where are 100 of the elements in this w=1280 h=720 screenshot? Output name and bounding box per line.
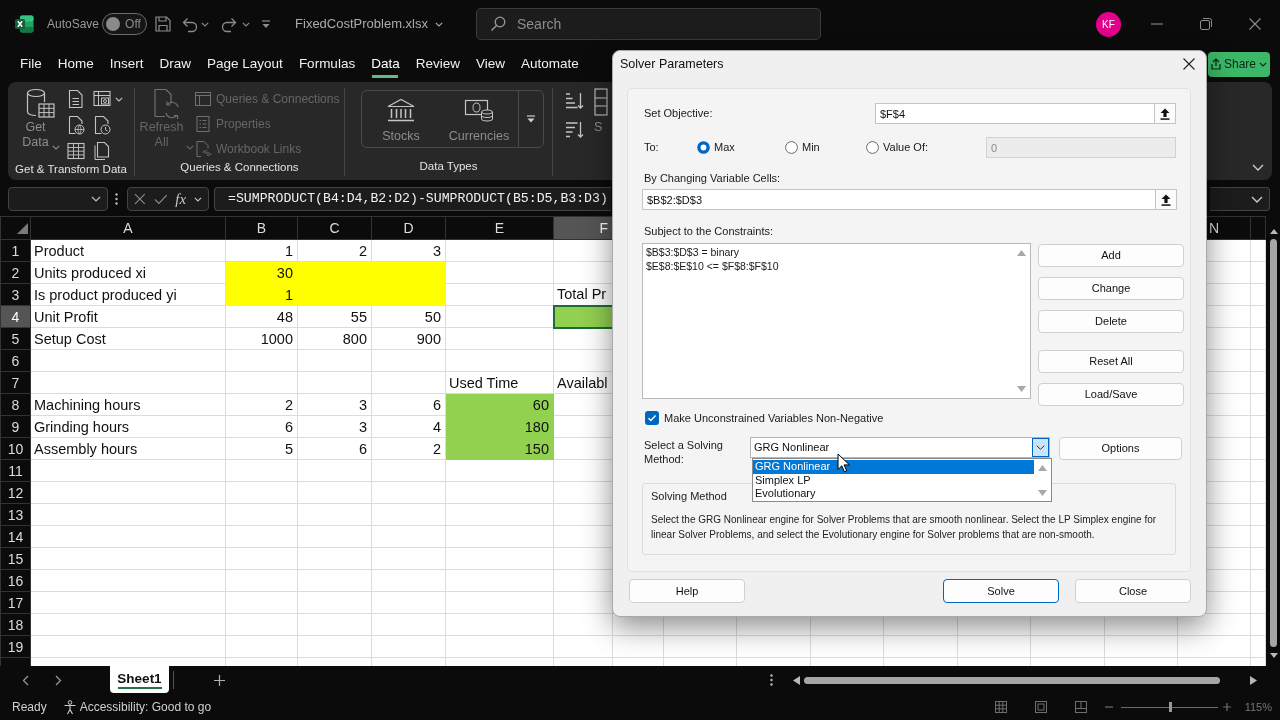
dropdown-option[interactable]: GRG Nonlinear <box>753 460 1034 474</box>
data-type-button[interactable]: Stocks <box>362 91 440 147</box>
avatar[interactable]: KF <box>1096 11 1121 37</box>
row-header[interactable]: 13 <box>0 503 31 526</box>
table-cell[interactable]: 3 <box>297 415 372 438</box>
column-header[interactable]: E <box>445 216 554 240</box>
accessibility-status[interactable]: Accessibility: Good to go <box>79 698 212 716</box>
vertical-dots-icon[interactable] <box>115 193 118 205</box>
scroll-thumb[interactable] <box>1270 239 1277 647</box>
line-caret-icon[interactable] <box>261 19 272 29</box>
column-header[interactable]: C <box>297 216 372 240</box>
dialog-button[interactable]: Add <box>1038 244 1184 267</box>
globe-document-icon[interactable] <box>67 115 85 135</box>
checkbox[interactable] <box>645 411 659 425</box>
scroll-right-icon[interactable] <box>1250 675 1257 685</box>
chevron-down-icon[interactable] <box>194 196 202 202</box>
radio-button[interactable] <box>697 141 710 154</box>
zoom-level[interactable]: 115% <box>1244 698 1272 716</box>
table-cell[interactable]: 2 <box>371 437 446 460</box>
row-header[interactable]: 5 <box>0 327 31 350</box>
clock-document-icon[interactable] <box>93 115 111 135</box>
dialog-button[interactable]: Delete <box>1038 310 1184 333</box>
dropdown-option[interactable]: Evolutionary <box>753 487 1034 501</box>
restore-icon[interactable] <box>1200 18 1212 30</box>
page-view-icon[interactable] <box>1034 701 1047 713</box>
table-cell[interactable]: 2 <box>297 239 372 262</box>
sheet-tab[interactable]: Sheet1 <box>110 666 169 693</box>
row-header[interactable]: 7 <box>0 371 31 394</box>
menu-tab[interactable]: File <box>12 49 50 79</box>
formula-field[interactable]: =SUMPRODUCT(B4:D4,B2:D2)-SUMPRODUCT(B5:D5,B3:D3) <box>214 187 611 211</box>
row-header[interactable]: 16 <box>0 569 31 592</box>
slider-thumb[interactable] <box>1169 702 1173 712</box>
table-cell[interactable]: 6 <box>371 393 446 416</box>
dialog-button[interactable]: Load/Save <box>1038 383 1184 406</box>
table-cell[interactable]: Used Time <box>445 371 554 394</box>
row-header[interactable]: 11 <box>0 459 31 482</box>
dropdown-button[interactable] <box>1032 438 1049 457</box>
scroll-down-icon[interactable] <box>1269 653 1278 658</box>
table-image-icon[interactable] <box>93 89 111 109</box>
get-data-button[interactable]: Get Data <box>21 88 61 161</box>
documents-icon[interactable] <box>93 141 111 161</box>
variable-cells-field[interactable]: $B$2:$D$3 <box>642 189 1155 210</box>
menu-tab[interactable]: Home <box>49 49 102 79</box>
row-header[interactable]: 10 <box>0 437 31 460</box>
spreadsheet-logo-icon[interactable] <box>15 15 34 33</box>
share-button[interactable]: Share <box>1207 51 1270 77</box>
table-cell[interactable] <box>553 305 613 328</box>
previous-sheet-icon[interactable] <box>22 674 29 686</box>
corner-triangle-icon[interactable] <box>17 222 28 234</box>
sort-ascending-icon[interactable] <box>564 91 584 111</box>
scroll-left-icon[interactable] <box>793 675 800 685</box>
table-cell[interactable]: Units produced xi <box>30 261 226 284</box>
row-header[interactable]: 14 <box>0 525 31 548</box>
column-header[interactable]: D <box>371 216 446 240</box>
list-item[interactable]: $E$8:$E$10 <= $F$8:$F$10 <box>646 259 779 273</box>
menu-tab[interactable]: Page Layout <box>199 49 291 79</box>
plus-icon[interactable] <box>214 674 225 686</box>
menu-tab[interactable]: Automate <box>512 49 587 79</box>
column-header[interactable]: F <box>553 216 613 240</box>
dropdown-option[interactable]: Simplex LP <box>753 473 1034 487</box>
table-cell[interactable]: Setup Cost <box>30 327 226 350</box>
dialog-button[interactable]: Change <box>1038 277 1184 300</box>
range-select-button[interactable] <box>1155 189 1177 210</box>
radio-button[interactable] <box>866 141 879 154</box>
options-button[interactable]: Options <box>1059 437 1182 460</box>
next-sheet-icon[interactable] <box>55 674 62 686</box>
close-icon[interactable] <box>1249 18 1261 30</box>
row-header[interactable]: 19 <box>0 635 31 658</box>
cancel-icon[interactable] <box>134 193 146 205</box>
menu-tab[interactable]: Review <box>407 49 468 79</box>
menu-tab[interactable]: View <box>467 49 513 79</box>
save-icon[interactable] <box>154 15 173 33</box>
grid-view-icon[interactable] <box>994 701 1007 713</box>
table-cell[interactable]: Is product produced yi <box>30 283 226 306</box>
row-header[interactable]: 4 <box>0 305 31 328</box>
menu-tab[interactable]: Insert <box>101 49 152 79</box>
table-cell[interactable]: 2 <box>225 393 298 416</box>
close-icon[interactable] <box>1183 58 1195 70</box>
row-header[interactable]: 9 <box>0 415 31 438</box>
objective-field[interactable]: $F$4 <box>875 103 1154 124</box>
table-cell[interactable]: 55 <box>297 305 372 328</box>
table-cell[interactable]: Assembly hours <box>30 437 226 460</box>
column-header[interactable]: B <box>225 216 298 240</box>
accessibility-person-icon[interactable] <box>62 699 77 715</box>
range-select-button[interactable] <box>1154 103 1176 124</box>
table-cell[interactable]: 6 <box>297 437 372 460</box>
solving-method-dropdown[interactable]: GRG Nonlinear <box>750 437 1050 458</box>
radio-button[interactable] <box>785 141 798 154</box>
data-type-button[interactable]: Currencies <box>440 91 518 147</box>
scroll-thumb[interactable] <box>804 676 1220 684</box>
menu-tab[interactable]: Formulas <box>290 49 364 79</box>
table-cell[interactable]: 5 <box>225 437 298 460</box>
table-cell[interactable]: Unit Profit <box>30 305 226 328</box>
table-cell[interactable]: 3 <box>297 393 372 416</box>
table-cell[interactable]: 1000 <box>225 327 298 350</box>
table-cell[interactable]: 50 <box>371 305 446 328</box>
vertical-dots-icon[interactable] <box>770 674 773 686</box>
list-item[interactable]: $B$3:$D$3 = binary <box>646 246 740 260</box>
sort-descending-icon[interactable] <box>564 120 584 140</box>
autosave-toggle[interactable]: Off <box>102 13 148 35</box>
